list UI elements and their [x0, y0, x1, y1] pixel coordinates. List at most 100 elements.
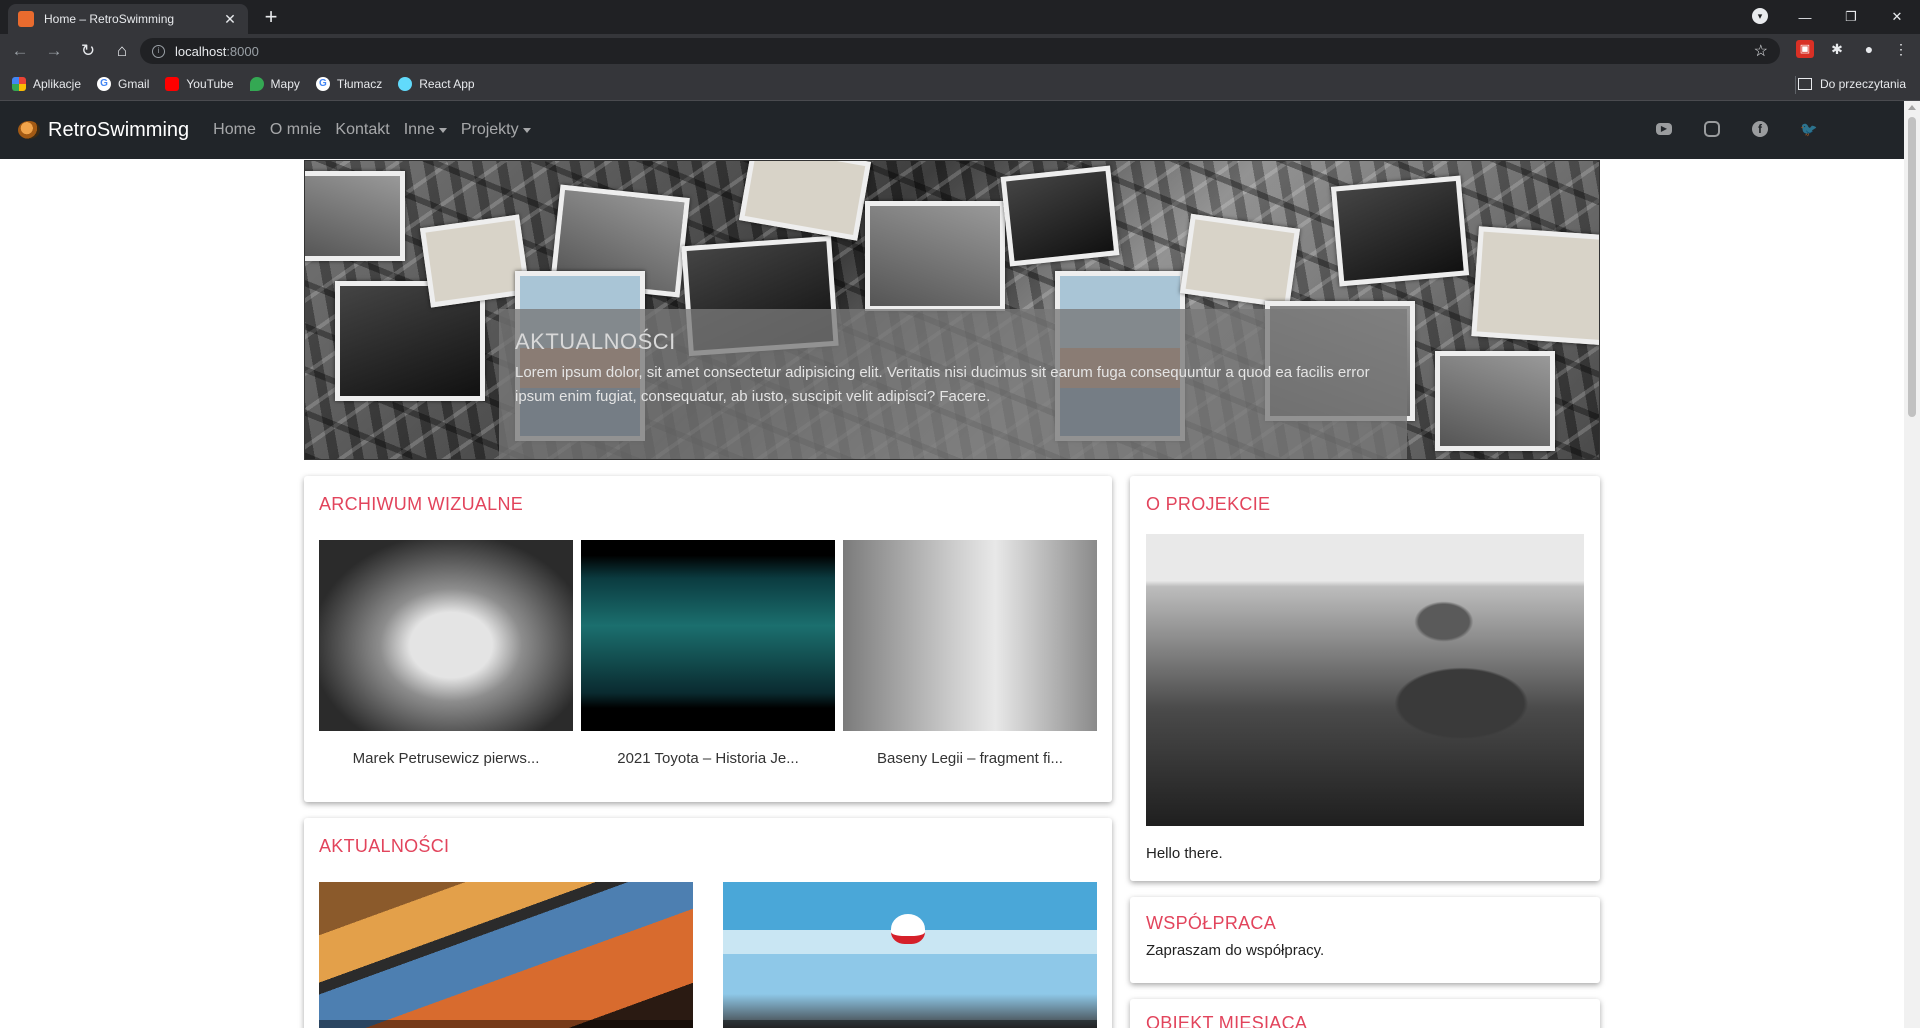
bookmarks-bar: Aplikacje G Gmail YouTube Mapy G Tłumacz… — [0, 68, 1920, 101]
google-icon: G — [315, 77, 330, 91]
bookmark-react-app[interactable]: React App — [398, 77, 475, 91]
video-title[interactable]: Marek Petrusewicz pierws... — [319, 750, 573, 767]
nav-about[interactable]: O mnie — [270, 121, 322, 139]
hero-caption: AKTUALNOŚCI Lorem ipsum dolor, sit amet … — [499, 309, 1407, 459]
site-info-icon[interactable]: i — [152, 44, 165, 58]
puzzle-extensions-icon[interactable]: ✱ — [1828, 40, 1846, 58]
site-navbar: RetroSwimming Home O mnie Kontakt Inne P… — [0, 101, 1904, 159]
profile-icon[interactable]: ● — [1860, 40, 1878, 58]
bookmark-maps[interactable]: Mapy — [249, 77, 300, 91]
project-card: O PROJEKCIE Hello there. — [1130, 476, 1600, 881]
forward-arrow-icon[interactable]: → — [40, 37, 68, 65]
archive-card: ARCHIWUM WIZUALNE Marek Petrusewicz pier… — [304, 476, 1112, 802]
video-item[interactable]: Marek Petrusewicz pierws... — [319, 540, 573, 767]
minimize-button[interactable]: — — [1782, 10, 1828, 25]
nav-label: Projekty — [460, 121, 519, 138]
tab-search-icon[interactable]: ▾ — [1752, 8, 1768, 24]
cooperation-title: WSPÓŁPRACA — [1146, 913, 1277, 933]
hero-title: AKTUALNOŚCI — [515, 329, 676, 354]
page-scrollbar[interactable] — [1904, 101, 1920, 1028]
social-links: ▶ f 🐦 — [1656, 121, 1817, 137]
twitter-icon[interactable]: 🐦 — [1800, 121, 1817, 137]
react-icon — [398, 77, 413, 91]
collage-photo — [305, 171, 405, 261]
nav-other-dropdown[interactable]: Inne — [404, 121, 447, 139]
maps-icon — [249, 77, 264, 91]
bookmark-youtube[interactable]: YouTube — [165, 77, 234, 91]
instagram-icon[interactable] — [1704, 121, 1720, 137]
caret-down-icon — [522, 127, 531, 133]
collage-photo — [419, 214, 531, 308]
browser-tab[interactable]: Home – RetroSwimming ✕ — [8, 4, 248, 34]
video-title[interactable]: Baseny Legii – fragment fi... — [843, 750, 1097, 767]
brand-link[interactable]: RetroSwimming — [18, 119, 189, 142]
news-title: AKTUALNOŚCI — [319, 836, 450, 856]
collage-photo — [1435, 351, 1555, 451]
video-thumbnail[interactable] — [843, 540, 1097, 731]
page-viewport: RetroSwimming Home O mnie Kontakt Inne P… — [0, 101, 1904, 1028]
site-favicon-icon — [18, 11, 34, 27]
video-thumbnail[interactable] — [319, 540, 573, 731]
collage-photo — [1179, 213, 1301, 309]
project-image — [1146, 534, 1584, 826]
scroll-up-arrow-icon[interactable] — [1908, 105, 1916, 110]
bookmark-label: React App — [419, 77, 475, 91]
nav-label: Kontakt — [335, 121, 390, 138]
collage-photo — [1000, 165, 1120, 267]
address-bar[interactable]: i localhost :8000 ☆ — [140, 38, 1780, 64]
reading-list-label: Do przeczytania — [1819, 77, 1906, 91]
new-tab-button[interactable]: + — [258, 5, 284, 29]
back-arrow-icon[interactable]: ← — [6, 37, 34, 65]
youtube-icon[interactable]: ▶ — [1656, 123, 1672, 135]
youtube-icon — [165, 77, 180, 91]
nav-home[interactable]: Home — [213, 121, 256, 139]
archive-title: ARCHIWUM WIZUALNE — [319, 494, 524, 514]
project-text: Hello there. — [1146, 845, 1223, 862]
bookmark-star-icon[interactable]: ☆ — [1754, 41, 1768, 61]
video-thumbnail[interactable] — [581, 540, 835, 731]
video-item[interactable]: Baseny Legii – fragment fi... — [843, 540, 1097, 767]
brand-name: RetroSwimming — [48, 118, 190, 141]
close-window-button[interactable]: ✕ — [1874, 9, 1920, 25]
video-list: Marek Petrusewicz pierws... 2021 Toyota … — [319, 540, 1097, 767]
scrollbar-thumb[interactable] — [1908, 117, 1916, 417]
video-item[interactable]: 2021 Toyota – Historia Je... — [581, 540, 835, 767]
bookmark-label: Mapy — [270, 77, 300, 91]
brand-logo-icon — [18, 121, 40, 139]
bookmark-label: Gmail — [118, 77, 150, 91]
news-image[interactable] — [319, 882, 693, 1028]
video-title[interactable]: 2021 Toyota – Historia Je... — [581, 750, 835, 767]
url-host: localhost — [175, 43, 227, 59]
nav-label: O mnie — [269, 121, 322, 138]
reading-list-icon — [1797, 78, 1812, 90]
facebook-icon[interactable]: f — [1752, 121, 1768, 137]
tab-close-icon[interactable]: ✕ — [222, 11, 238, 28]
reading-list-button[interactable]: Do przeczytania — [1797, 77, 1906, 91]
menu-kebab-icon[interactable]: ⋮ — [1892, 40, 1910, 58]
bookmark-gmail[interactable]: G Gmail — [97, 77, 149, 91]
collage-photo — [1471, 226, 1599, 346]
reload-icon[interactable]: ↻ — [74, 37, 102, 65]
nav-label: Inne — [403, 121, 435, 138]
restore-button[interactable]: ❐ — [1828, 9, 1874, 25]
bookmarks-divider — [1795, 76, 1796, 94]
news-image-overlay — [319, 1020, 693, 1028]
bookmark-label: Tłumacz — [336, 77, 383, 91]
bookmark-translate[interactable]: G Tłumacz — [315, 77, 383, 91]
news-card: AKTUALNOŚCI — [304, 818, 1112, 1028]
extension-icon[interactable]: ▣ — [1796, 40, 1814, 58]
swim-cap — [891, 914, 925, 944]
object-of-month-card: OBIEKT MIESIĄCA — [1130, 999, 1600, 1028]
home-icon[interactable]: ⌂ — [108, 37, 136, 65]
bookmark-apps[interactable]: Aplikacje — [12, 77, 81, 91]
news-image-overlay — [723, 1020, 1097, 1028]
nav-projects-dropdown[interactable]: Projekty — [461, 121, 531, 139]
window-controls: — ❐ ✕ — [1782, 0, 1920, 34]
url-port: :8000 — [226, 43, 259, 59]
cooperation-text: Zapraszam do współpracy. — [1146, 942, 1325, 959]
hero-carousel[interactable]: AKTUALNOŚCI Lorem ipsum dolor, sit amet … — [304, 160, 1600, 460]
browser-toolbar: ← → ↻ ⌂ i localhost :8000 ☆ ▣ ✱ ● ⋮ — [0, 34, 1920, 68]
nav-contact[interactable]: Kontakt — [335, 121, 389, 139]
caret-down-icon — [438, 127, 447, 133]
news-image[interactable] — [723, 882, 1097, 1028]
